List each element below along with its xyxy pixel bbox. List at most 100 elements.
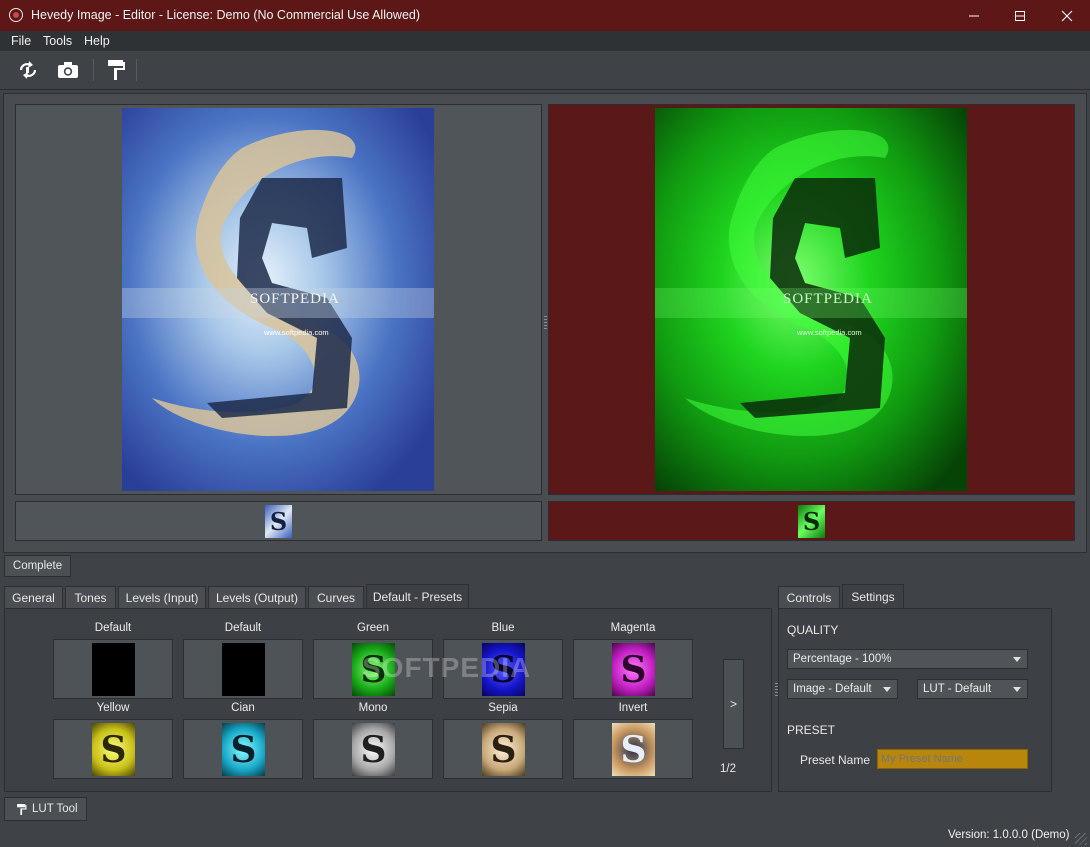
close-icon [1061,10,1073,21]
tab-curves[interactable]: Curves [308,586,364,608]
image-select-value: Image - Default [793,683,872,695]
refresh-swap-icon [19,61,37,79]
camera-icon [58,62,78,78]
preset-s-glyph: S [360,728,387,771]
preset-swatch [92,643,135,696]
maximize-button[interactable] [997,0,1043,31]
preset-label: Sepia [488,702,518,714]
lut-tool-label: LUT Tool [32,803,78,815]
tab-levels-input[interactable]: Levels (Input) [118,586,206,608]
preset-label: Magenta [610,622,656,634]
preset-sepia[interactable]: S [443,719,563,779]
tab-default-presets[interactable]: Default - Presets [366,584,469,608]
preset-name-label: Preset Name [800,753,871,767]
preset-swatch: S [482,723,525,776]
panel-splitter-handle[interactable] [544,316,547,330]
preset-label: Default [94,622,132,634]
preset-swatch: S [222,723,265,776]
preset-default-2[interactable] [183,639,303,699]
thumbnail-s-glyph: S [802,507,821,536]
processed-image: SOFTPEDIA www.softpedia.com [655,108,967,491]
image-select[interactable]: Image - Default [787,679,898,699]
minimize-button[interactable] [951,0,997,31]
menu-file[interactable]: File [11,34,31,48]
preset-label: Blue [491,622,515,634]
tab-settings[interactable]: Settings [842,584,904,608]
tab-tones[interactable]: Tones [65,586,116,608]
lut-select[interactable]: LUT - Default [917,679,1028,699]
refresh-swap-button[interactable] [13,57,43,83]
camera-button[interactable] [53,57,83,83]
tab-controls[interactable]: Controls [778,586,840,608]
preset-label: Mono [358,702,388,714]
preset-label: Default [224,622,262,634]
preset-yellow[interactable]: S [53,719,173,779]
thumbnail-s-glyph: S [269,507,288,536]
preset-s-glyph: S [620,648,647,691]
chevron-down-icon [1013,657,1021,662]
toolbar [0,51,1090,90]
next-page-button[interactable]: > [723,659,744,749]
preset-swatch [222,643,265,696]
original-thumbnail[interactable]: S [265,505,292,538]
quality-heading: QUALITY [787,623,839,637]
menu-bar: File Tools Help [0,31,1090,51]
paint-roller-icon [17,803,27,815]
processed-image-panel[interactable]: SOFTPEDIA www.softpedia.com [548,104,1075,495]
preset-heading: PRESET [787,723,836,737]
tab-levels-output[interactable]: Levels (Output) [208,586,306,608]
window-title: Hevedy Image - Editor - License: Demo (N… [31,8,421,22]
preset-name-input[interactable] [877,749,1028,769]
title-bar: Hevedy Image - Editor - License: Demo (N… [0,0,1090,31]
minimize-icon [969,15,979,16]
quality-select-value: Percentage - 100% [793,653,892,665]
lut-tool-button[interactable]: LUT Tool [4,797,87,821]
tab-general[interactable]: General [4,586,63,608]
preset-swatch: S [612,723,655,776]
preset-label: Yellow [96,702,130,714]
preset-s-glyph: S [100,728,127,771]
complete-tab[interactable]: Complete [4,555,71,577]
original-image-panel[interactable]: SOFTPEDIA www.softpedia.com [15,104,542,495]
preset-s-glyph: S [490,728,517,771]
softpedia-watermark: SOFTPEDIA [362,652,532,683]
preset-swatch: S [352,723,395,776]
status-bar [0,825,1090,847]
chevron-down-icon [883,687,891,692]
preset-cian[interactable]: S [183,719,303,779]
preset-swatch: S [612,643,655,696]
toolbar-separator [136,59,137,81]
paint-roller-icon [108,60,125,80]
processed-thumbnail-bar[interactable]: S [548,501,1075,541]
menu-help[interactable]: Help [84,34,110,48]
image-watermark: SOFTPEDIA [250,291,340,307]
preset-label: Green [357,622,389,634]
preset-s-glyph: S [230,728,257,771]
quality-select[interactable]: Percentage - 100% [787,649,1028,669]
preset-s-glyph: S [620,728,647,771]
preset-label: Cian [231,702,255,714]
processed-thumbnail[interactable]: S [798,505,825,538]
preset-default-1[interactable] [53,639,173,699]
preset-magenta[interactable]: S [573,639,693,699]
image-url-text: www.softpedia.com [264,328,329,337]
image-url-text: www.softpedia.com [797,328,862,337]
preset-mono[interactable]: S [313,719,433,779]
resize-grip-icon[interactable] [1075,833,1087,845]
page-indicator: 1/2 [720,763,736,775]
image-watermark: SOFTPEDIA [783,291,873,307]
lut-select-value: LUT - Default [923,683,992,695]
toolbar-separator [93,59,94,81]
app-logo-icon [9,8,23,22]
menu-tools[interactable]: Tools [43,34,72,48]
maximize-icon [1015,10,1025,21]
version-text: Version: 1.0.0.0 (Demo) [948,829,1070,841]
original-image: SOFTPEDIA www.softpedia.com [122,108,434,491]
original-thumbnail-bar[interactable]: S [15,501,542,541]
preset-label: Invert [618,702,648,714]
preset-swatch: S [92,723,135,776]
paint-roller-button[interactable] [101,57,131,83]
chevron-down-icon [1013,687,1021,692]
close-button[interactable] [1044,0,1090,31]
preset-invert[interactable]: S [573,719,693,779]
